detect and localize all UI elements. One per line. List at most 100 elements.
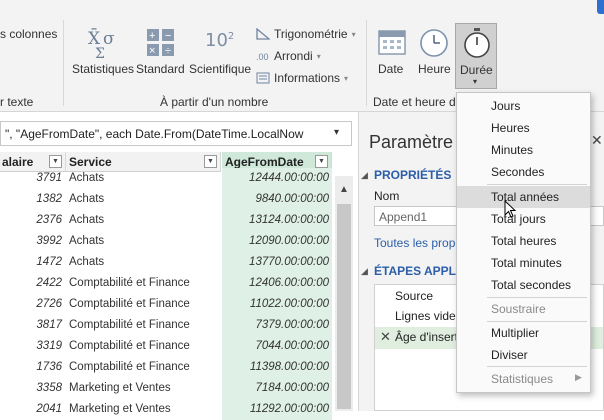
menu-item-multiplier[interactable]: Multiplier <box>457 322 590 344</box>
table-cell-salary[interactable]: 1736 <box>0 357 66 378</box>
information-dropdown[interactable]: Informations ▾ <box>256 71 348 85</box>
svg-text:Σ: Σ <box>95 46 105 58</box>
table-cell-age[interactable]: 7044.00:00:00 <box>222 336 332 357</box>
menu-item-total-heures[interactable]: Total heures <box>457 230 590 252</box>
table-cell-age[interactable]: 12406.00:00:00 <box>222 273 332 294</box>
statistics-button[interactable]: X̄ σ Σ Statistiques <box>72 26 134 88</box>
table-cell-age[interactable]: 7379.00:00:00 <box>222 315 332 336</box>
table-cell-service[interactable]: Comptabilité et Finance <box>66 357 221 378</box>
table-cell-age[interactable]: 13124.00:00:00 <box>222 210 332 231</box>
time-button[interactable]: Heure <box>416 26 452 88</box>
table-cell-service[interactable]: Achats <box>66 231 221 252</box>
calculator-icon: + − × ÷ <box>147 29 174 57</box>
table-cell-service[interactable]: Achats <box>66 189 221 210</box>
table-cell-salary[interactable]: 2422 <box>0 273 66 294</box>
table-cell-service[interactable]: Achats <box>66 252 221 273</box>
table-cell-salary[interactable]: 1472 <box>0 252 66 273</box>
pane-title: Paramètre <box>369 132 454 152</box>
duration-label: Durée <box>460 63 493 77</box>
delete-step-icon[interactable]: ✕ <box>380 329 391 345</box>
table-cell-salary[interactable]: 3358 <box>0 378 66 399</box>
table-cell-service[interactable]: Achats <box>66 168 221 189</box>
menu-item-diviser[interactable]: Diviser <box>457 344 590 366</box>
table-cell-service[interactable]: Comptabilité et Finance <box>66 315 221 336</box>
merge-columns-label[interactable]: s colonnes <box>0 27 57 41</box>
chevron-down-icon: ▾ <box>351 29 356 39</box>
table-cell-age[interactable]: 9840.00:00:00 <box>222 189 332 210</box>
menu-item-total-secondes[interactable]: Total secondes <box>457 274 590 296</box>
menu-item-secondes[interactable]: Secondes <box>457 161 590 183</box>
cursor-icon <box>504 200 517 218</box>
table-cell-service[interactable]: Marketing et Ventes <box>66 399 221 420</box>
sigma-icon: X̄ σ Σ <box>88 27 115 58</box>
table-cell-age[interactable]: 7184.00:00:00 <box>222 378 332 399</box>
table-cell-salary[interactable]: 3791 <box>0 168 66 189</box>
formula-bar[interactable]: ", "AgeFromDate", each Date.From(DateTim… <box>0 121 352 146</box>
round-dropdown[interactable]: .00 Arrondi ▾ <box>256 49 321 63</box>
trigonometry-dropdown[interactable]: Trigonométrie ▾ <box>256 27 356 41</box>
triangle-icon <box>256 28 270 40</box>
date-button[interactable]: Date <box>375 26 409 88</box>
table-cell-service[interactable]: Marketing et Ventes <box>66 378 221 399</box>
chevron-down-icon[interactable]: ▾ <box>334 127 339 138</box>
scrollbar-thumb[interactable] <box>337 204 351 409</box>
filter-icon[interactable]: ▼ <box>315 155 328 168</box>
statistics-label: Statistiques <box>72 62 135 76</box>
information-label: Informations <box>274 71 341 85</box>
menu-item-minutes[interactable]: Minutes <box>457 139 590 161</box>
svg-text:.00: .00 <box>256 52 269 62</box>
group-divider <box>366 20 367 106</box>
svg-text:+: + <box>149 30 155 42</box>
table-cell-salary[interactable]: 3992 <box>0 231 66 252</box>
column-header-label: AgeFromDate <box>225 154 304 169</box>
filter-icon[interactable]: ▼ <box>49 155 62 168</box>
menu-item-statistiques: Statistiques <box>491 372 554 386</box>
collapse-icon[interactable]: ◢ <box>361 170 368 181</box>
table-cell-service[interactable]: Comptabilité et Finance <box>66 336 221 357</box>
standard-label: Standard <box>136 62 185 76</box>
duration-button[interactable]: Durée ▾ <box>455 23 497 89</box>
table-cell-service[interactable]: Comptabilité et Finance <box>66 294 221 315</box>
table-cell-age[interactable]: 11398.00:00:00 <box>222 357 332 378</box>
chevron-up-icon[interactable]: ▲ <box>339 184 349 195</box>
menu-item-total-jours[interactable]: Total jours <box>457 208 590 230</box>
table-cell-age[interactable]: 12090.00:00:00 <box>222 231 332 252</box>
group-divider <box>63 20 64 106</box>
table-cell-service[interactable]: Achats <box>66 210 221 231</box>
table-cell-age[interactable]: 11292.00:00:00 <box>222 399 332 420</box>
menu-item-total-annees[interactable]: Total années <box>457 186 590 208</box>
table-cell-salary[interactable]: 2041 <box>0 399 66 420</box>
all-properties-link[interactable]: Toutes les prop <box>374 236 455 250</box>
clock-icon <box>420 29 448 57</box>
filter-icon[interactable]: ▼ <box>204 155 217 168</box>
table-cell-salary[interactable]: 1382 <box>0 189 66 210</box>
duration-menu: Jours Heures Minutes Secondes Total anné… <box>456 92 591 393</box>
table-cell-age[interactable]: 12444.00:00:00 <box>222 168 332 189</box>
scrollbar[interactable]: ▲ <box>335 176 353 411</box>
standard-button[interactable]: + − × ÷ Standard <box>136 26 186 88</box>
step-item[interactable]: Lignes vides <box>395 309 462 323</box>
table-cell-age[interactable]: 11022.00:00:00 <box>222 294 332 315</box>
properties-title: PROPRIÉTÉS <box>374 168 452 182</box>
info-icon <box>256 72 270 84</box>
table-cell-service[interactable]: Comptabilité et Finance <box>66 273 221 294</box>
table-cell-salary[interactable]: 2726 <box>0 294 66 315</box>
menu-item-heures[interactable]: Heures <box>457 117 590 139</box>
table-cell-salary[interactable]: 2376 <box>0 210 66 231</box>
menu-item-total-minutes[interactable]: Total minutes <box>457 252 590 274</box>
close-icon[interactable]: ✕ <box>591 132 603 149</box>
help-badge[interactable] <box>597 0 604 14</box>
svg-text:÷: ÷ <box>165 45 171 57</box>
table-cell-salary[interactable]: 3319 <box>0 336 66 357</box>
trigonometry-label: Trigonométrie <box>274 27 348 41</box>
table-cell-salary[interactable]: 3817 <box>0 315 66 336</box>
scientific-button[interactable]: 102 Scientifique <box>189 26 251 88</box>
menu-separator <box>487 184 587 185</box>
table-cell-age[interactable]: 13770.00:00:00 <box>222 252 332 273</box>
step-item[interactable]: Source <box>395 289 433 303</box>
scientific-label: Scientifique <box>189 62 252 76</box>
power-icon-glyph: 10 <box>205 30 228 51</box>
collapse-icon[interactable]: ◢ <box>361 266 368 277</box>
menu-item-jours[interactable]: Jours <box>457 95 590 117</box>
svg-text:−: − <box>165 30 171 42</box>
